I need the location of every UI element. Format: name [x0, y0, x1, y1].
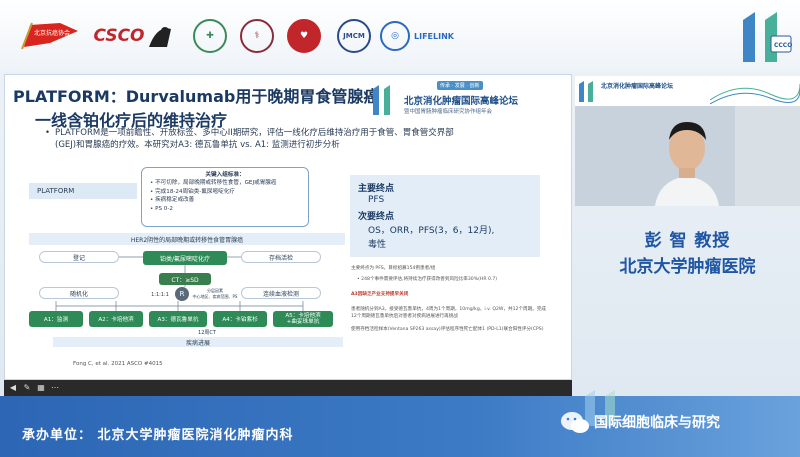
red-flag-logo: 北京抗癌协会: [20, 18, 84, 54]
conference-11-icon: [373, 85, 390, 115]
primary-endpoint-label: 主要终点: [358, 184, 395, 194]
association-logo-1: ✚: [190, 18, 230, 54]
reference-citation: Fong C, et al. 2021 ASCO #4015: [73, 361, 163, 367]
sponsor-logo-bar: 北京抗癌协会 CSCO ✚ ⚕ ♥ JMCM ◎ LIFELINK CCCO: [0, 0, 800, 72]
secondary-endpoint-label: 次要终点: [358, 212, 395, 222]
pen-icon[interactable]: ✎: [22, 383, 32, 393]
note-5: 使用存档活检样本(Ventana SP263 assay)评估程序性死亡配体1 …: [351, 327, 544, 332]
criteria-item-1: • 不可切除，局部晚期或转移性食管，GEJ或胃腺癌: [150, 180, 277, 187]
prev-slide-icon[interactable]: ◀: [8, 383, 18, 393]
mini-slide-preview: 北京消化肿瘤国际高峰论坛: [575, 76, 800, 106]
csco-logo: CSCO: [92, 18, 178, 54]
association-logo-3: ♥: [284, 18, 324, 54]
note-4: 患者随机分到A3，接受德瓦鲁单抗，4周为1个周期，10mg/kg，i.v. Q2…: [351, 307, 547, 319]
randomize-circle: R: [175, 287, 189, 301]
ct-interval: 12周CT: [198, 330, 216, 336]
arm-a3: A3：德瓦鲁单抗: [149, 311, 207, 327]
red-flag-text: 北京抗癌协会: [34, 29, 70, 37]
progression-bar: 疾病进展: [53, 337, 343, 347]
intro-bullet: • PLATFORM是一项前瞻性、开放标签、多中心II期研究，评估一线化疗后维持…: [45, 127, 515, 151]
criteria-item-4: • PS 0-2: [150, 205, 173, 212]
video-frame: 北京抗癌协会 CSCO ✚ ⚕ ♥ JMCM ◎ LIFELINK CCCO P…: [0, 0, 800, 457]
conference-title: 北京消化肿瘤国际高峰论坛: [404, 96, 519, 107]
strat-factors: 分层因素 中心地区、疾病范围、PS: [192, 288, 238, 299]
lifelink-text: LIFELINK: [414, 31, 454, 41]
tissue-box: 存档活检: [241, 251, 321, 263]
primary-endpoint-value: PFS: [368, 195, 385, 205]
wechat-account-name: 国际细胞临床与研究: [594, 415, 720, 431]
bullet-line-2: (GEJ)和胃腺癌的疗效。本研究对A3: 德瓦鲁单抗 vs. A1: 监测进行初…: [55, 140, 340, 150]
note-3: A3因缺乏产业支持提早关闭: [351, 292, 409, 297]
wechat-icon: [561, 412, 589, 433]
slide-title: PLATFORM：Durvalumab用于晚期胃食管腺癌: [13, 87, 380, 106]
conference-logo: 传承 · 发展 · 创新 北京消化肿瘤国际高峰论坛 暨中国胃肠肿瘤临床研究协作组…: [370, 81, 535, 121]
host-organization: 承办单位： 北京大学肿瘤医院消化肿瘤内科: [22, 428, 294, 443]
criteria-item-3: • 疾病稳定或改善: [150, 197, 195, 204]
speaker-name: 彭 智 教授: [644, 231, 731, 251]
register-box: 登记: [39, 251, 119, 263]
slide-toolbar: ◀ ✎ ▦ ⋯: [4, 380, 572, 396]
secondary-endpoint-value-2: 毒性: [368, 240, 387, 250]
criteria-header: 关键入组标准：: [205, 172, 245, 178]
speaker-organization: 北京大学肿瘤医院: [619, 257, 756, 277]
wechat-watermark: 国际细胞临床与研究: [556, 406, 800, 440]
menu-dots-icon[interactable]: ⋯: [50, 383, 60, 393]
ctdna-box: 连续血液检测: [241, 287, 321, 299]
jmcm-text: JMCM: [337, 19, 371, 53]
chemo-box: 铂类/氟尿嘧啶化疗: [143, 251, 227, 265]
criteria-item-2: • 完成18-24周铂类-氟尿嘧啶化疗: [150, 188, 235, 195]
mini-slide-title: 北京消化肿瘤国际高峰论坛: [601, 83, 674, 90]
speaker-video: [575, 106, 800, 206]
conference-subtitle: 暨中国胃肠肿瘤临床研究协作组年会: [404, 109, 493, 115]
csco-text: CSCO: [93, 26, 145, 46]
green-emblem-icon: ✚: [193, 19, 227, 53]
slides-grid-icon[interactable]: ▦: [36, 383, 46, 393]
mini-11-icon: [579, 81, 593, 102]
cccc-11-logo: CCCO: [743, 12, 792, 62]
big-number-sub: CCCO: [774, 42, 792, 49]
arm-a2: A2：卡培他滨: [89, 311, 143, 327]
mini-wave-graphic: [710, 83, 800, 105]
ratio-label: 1:1:1:1: [151, 292, 169, 298]
ct-box: CT：≥SD: [159, 273, 211, 285]
secondary-endpoint-value-1: OS，ORR，PFS(3，6，12月),: [368, 226, 495, 236]
trial-design-diagram: PLATFORM 关键入组标准： • 不可切除，局部晚期或转移性食管，GEJ或胃…: [29, 167, 345, 347]
note-2: • 248个事件需要评估,将持续治疗获得改善到风险比率30%(HR 0.7): [357, 277, 498, 282]
heart-emblem-icon: ♥: [287, 19, 321, 53]
medical-emblem-icon: ⚕: [240, 19, 274, 53]
platform-label: PLATFORM: [29, 183, 137, 199]
design-notes: 主要终点为 PFS。目标招募154例患者/组 • 248个事件需要评估,将持续治…: [351, 265, 551, 333]
speaker-avatar: [575, 106, 800, 206]
presentation-slide: PLATFORM：Durvalumab用于晚期胃食管腺癌 一线含铂化疗后的维持治…: [4, 74, 572, 380]
note-1: 主要终点为 PFS。目标招募154例患者/组: [351, 266, 436, 271]
lifelink-logo: ◎ LIFELINK: [380, 18, 472, 54]
jmcm-logo: JMCM: [334, 18, 374, 54]
arm-a1: A1：监测: [29, 311, 83, 327]
association-logo-2: ⚕: [237, 18, 277, 54]
globe-icon: ◎: [380, 21, 410, 51]
arm-a5: A5：卡培他滨 +曲妥珠单抗: [273, 311, 333, 327]
criteria-box: 关键入组标准： • 不可切除，局部晚期或转移性食管，GEJ或胃腺癌 • 完成18…: [141, 167, 309, 227]
randomize-box: 随机化: [39, 287, 119, 299]
conference-badge: 传承 · 发展 · 创新: [437, 81, 483, 90]
bullet-line-1: PLATFORM是一项前瞻性、开放标签、多中心II期研究，评估一线化疗后维持治疗…: [55, 128, 454, 138]
csco-figure-icon: [148, 27, 171, 47]
endpoints-box: 主要终点 PFS 次要终点 OS，ORR，PFS(3，6，12月), 毒性: [350, 175, 540, 257]
arm-a4: A4：卡铂紫杉: [213, 311, 267, 327]
her2-banner: HER2阴性的局部晚期或转移性食管胃腺癌: [29, 233, 345, 245]
